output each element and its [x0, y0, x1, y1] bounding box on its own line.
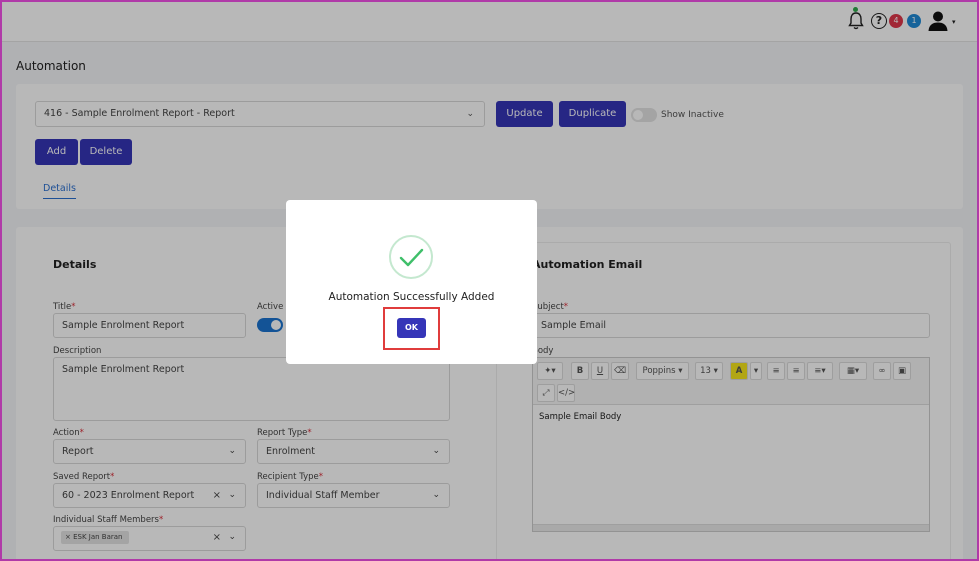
success-dialog: Automation Successfully Added OK — [286, 200, 537, 364]
check-circle-icon — [389, 235, 433, 279]
ok-button[interactable]: OK — [397, 318, 426, 338]
success-message: Automation Successfully Added — [328, 291, 495, 303]
checkmark-icon — [399, 248, 424, 267]
app-frame: ? 4 1 ▾ Automation 416 - Sample Enrolmen… — [0, 0, 979, 561]
